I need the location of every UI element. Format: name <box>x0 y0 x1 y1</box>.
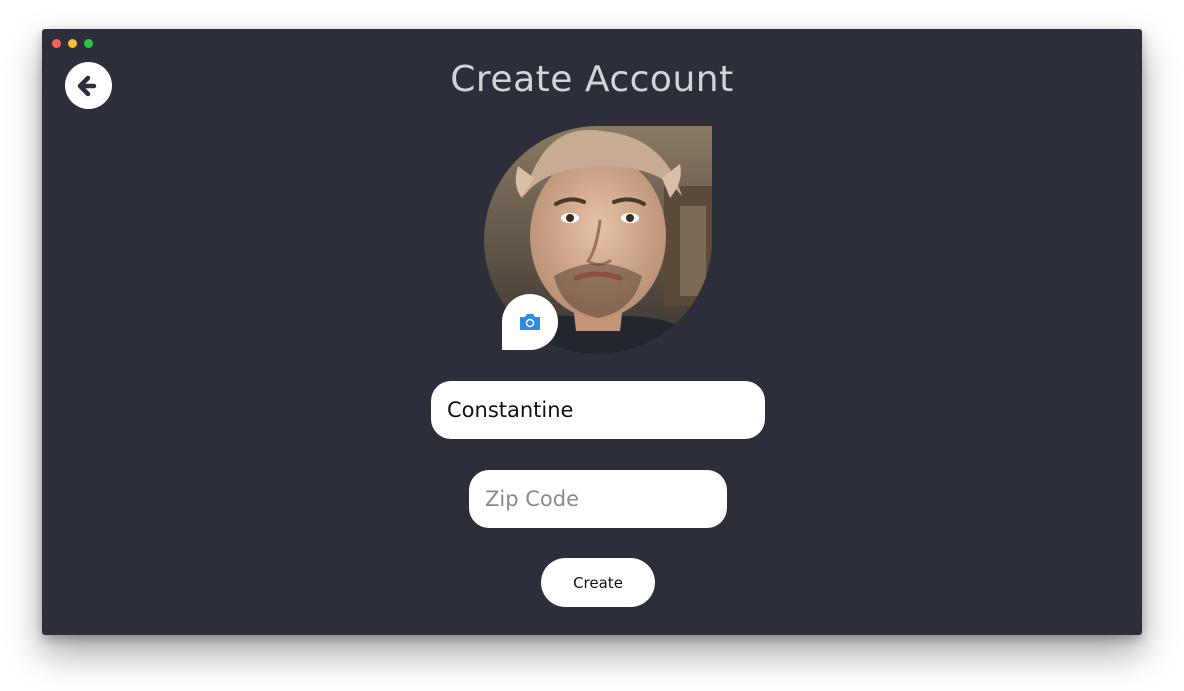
change-photo-button[interactable] <box>502 294 558 350</box>
maximize-window-button[interactable] <box>84 39 93 48</box>
avatar-container <box>484 126 712 354</box>
page-title: Create Account <box>450 59 734 100</box>
create-button[interactable]: Create <box>541 558 655 607</box>
close-window-button[interactable] <box>52 39 61 48</box>
window-controls <box>52 39 93 48</box>
zip-code-input[interactable] <box>469 470 727 528</box>
camera-icon <box>520 314 540 330</box>
minimize-window-button[interactable] <box>68 39 77 48</box>
name-input[interactable] <box>431 381 765 439</box>
app-window: Create Account Constantine Zip Code Crea… <box>42 29 1142 635</box>
